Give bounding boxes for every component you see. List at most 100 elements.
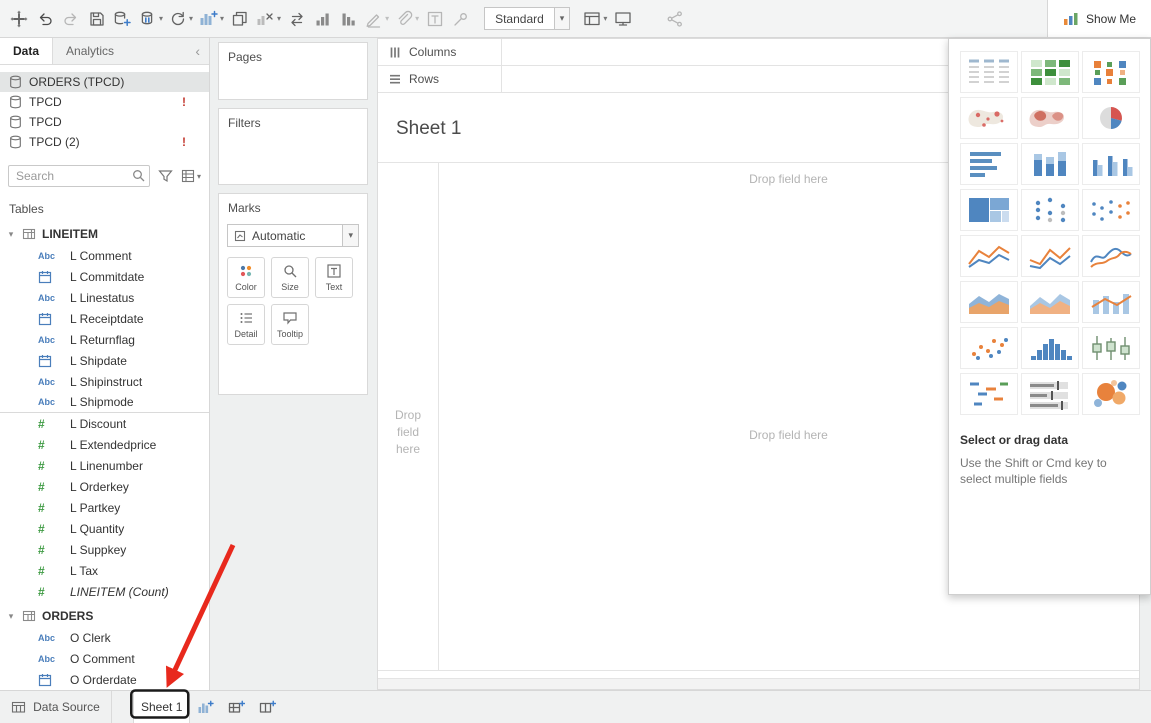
showme-filled-map[interactable] [1021, 97, 1079, 139]
table-header-orders[interactable]: ▾ORDERS [0, 605, 209, 627]
showme-stacked-bars[interactable] [1021, 143, 1079, 185]
field-l-linenumber[interactable]: #L Linenumber [0, 455, 209, 476]
group-members-button[interactable]: ▾ [392, 5, 422, 33]
swap-rows-columns-button[interactable] [284, 5, 310, 33]
showme-gantt[interactable] [960, 373, 1018, 415]
tab-analytics[interactable]: Analytics [53, 38, 127, 64]
showme-histogram[interactable] [1021, 327, 1079, 369]
field-l-receiptdate[interactable]: L Receiptdate [0, 308, 209, 329]
showme-horizontal-bars[interactable] [960, 143, 1018, 185]
field-l-shipmode[interactable]: AbcL Shipmode [0, 392, 209, 413]
showme-dual-line[interactable] [1082, 235, 1140, 277]
showme-packed-bubbles[interactable] [1082, 373, 1140, 415]
data-source-tab[interactable]: Data Source [0, 691, 112, 723]
pause-auto-updates-button[interactable]: ▾ [136, 5, 166, 33]
showme-highlight-table[interactable] [1021, 51, 1079, 93]
sheet-tab-sheet1[interactable]: Sheet 1 [133, 691, 190, 723]
data-source-item[interactable]: TPCD [0, 112, 209, 132]
field-l-shipdate[interactable]: L Shipdate [0, 350, 209, 371]
field-o-clerk[interactable]: AbcO Clerk [0, 627, 209, 648]
save-button[interactable] [84, 5, 110, 33]
show-mark-labels-button[interactable] [422, 5, 448, 33]
field-l-shipinstruct[interactable]: AbcL Shipinstruct [0, 371, 209, 392]
data-source-item[interactable]: TPCD (2)! [0, 132, 209, 152]
field-lineitem-count-[interactable]: #LINEITEM (Count) [0, 581, 209, 602]
view-options-icon[interactable]: ▾ [181, 169, 201, 183]
detail-button[interactable]: Detail [227, 304, 265, 345]
field-o-comment[interactable]: AbcO Comment [0, 648, 209, 669]
new-dashboard-tab-button[interactable] [221, 700, 252, 715]
field-l-comment[interactable]: AbcL Comment [0, 245, 209, 266]
field-label: L Quantity [70, 522, 124, 536]
table-header-lineitem[interactable]: ▾LINEITEM [0, 223, 209, 245]
showme-box-whisker[interactable] [1082, 327, 1140, 369]
color-button[interactable]: Color [227, 257, 265, 298]
field-l-tax[interactable]: #L Tax [0, 560, 209, 581]
filter-icon[interactable] [158, 169, 173, 183]
clear-sheet-button[interactable]: ▾ [253, 5, 284, 33]
field-l-suppkey[interactable]: #L Suppkey [0, 539, 209, 560]
pages-shelf[interactable]: Pages [218, 42, 368, 100]
field-l-partkey[interactable]: #L Partkey [0, 497, 209, 518]
showme-bullet[interactable] [1021, 373, 1079, 415]
new-worksheet-tab-button[interactable] [190, 700, 221, 715]
new-worksheet-button[interactable]: ▾ [196, 5, 227, 33]
tab-data[interactable]: Data [0, 38, 53, 64]
undo-button[interactable] [32, 5, 58, 33]
showme-heat-map[interactable] [1082, 51, 1140, 93]
collapse-pane-button[interactable]: ‹ [186, 38, 209, 64]
showme-treemap[interactable] [960, 189, 1018, 231]
chevron-down-icon[interactable]: ▾ [554, 8, 570, 29]
tooltip-button[interactable]: Tooltip [271, 304, 309, 345]
chevron-down-icon[interactable]: ▾ [342, 225, 358, 246]
fit-selector[interactable]: Standard ▾ [484, 7, 570, 30]
showme-pie[interactable] [1082, 97, 1140, 139]
symbol-map-chart-icon [964, 102, 1014, 134]
heat-map-chart-icon [1086, 56, 1136, 88]
showme-side-by-side-circles[interactable] [1082, 189, 1140, 231]
field-l-extendedprice[interactable]: #L Extendedprice [0, 434, 209, 455]
duplicate-sheet-button[interactable] [227, 5, 253, 33]
field-l-orderkey[interactable]: #L Orderkey [0, 476, 209, 497]
showme-text-table[interactable] [960, 51, 1018, 93]
show-me-panel: Select or drag data Use the Shift or Cmd… [948, 38, 1151, 595]
new-story-tab-button[interactable] [252, 700, 283, 715]
fix-axes-button[interactable] [448, 5, 474, 33]
field-l-returnflag[interactable]: AbcL Returnflag [0, 329, 209, 350]
data-source-item[interactable]: ORDERS (TPCD) [0, 72, 209, 92]
show-hide-cards-button[interactable]: ▾ [580, 5, 610, 33]
highlight-button[interactable]: ▾ [362, 5, 392, 33]
run-auto-updates-button[interactable]: ▾ [166, 5, 196, 33]
showme-scatter[interactable] [960, 327, 1018, 369]
filters-shelf[interactable]: Filters [218, 108, 368, 185]
field-label: L Tax [70, 564, 98, 578]
showme-line-continuous[interactable] [960, 235, 1018, 277]
data-source-item[interactable]: TPCD! [0, 92, 209, 112]
tableau-logo[interactable] [6, 5, 32, 33]
horizontal-scrollbar[interactable] [378, 678, 1139, 689]
showme-line-discrete[interactable] [1021, 235, 1079, 277]
showme-area-discrete[interactable] [1021, 281, 1079, 323]
showme-symbol-map[interactable] [960, 97, 1018, 139]
sort-ascending-button[interactable] [310, 5, 336, 33]
field-l-commitdate[interactable]: L Commitdate [0, 266, 209, 287]
new-data-source-button[interactable] [110, 5, 136, 33]
sort-descending-button[interactable] [336, 5, 362, 33]
field-l-discount[interactable]: #L Discount [0, 413, 209, 434]
search-input[interactable] [8, 165, 150, 187]
size-button[interactable]: Size [271, 257, 309, 298]
show-me-button[interactable]: Show Me [1047, 0, 1151, 37]
share-button[interactable] [662, 5, 688, 33]
field-l-linestatus[interactable]: AbcL Linestatus [0, 287, 209, 308]
showme-circle-views[interactable] [1021, 189, 1079, 231]
showme-side-by-side-bars[interactable] [1082, 143, 1140, 185]
field-o-orderdate[interactable]: O Orderdate [0, 669, 209, 690]
field-l-quantity[interactable]: #L Quantity [0, 518, 209, 539]
mark-type-selector[interactable]: Automatic ▾ [227, 224, 359, 247]
rows-drop-zone[interactable]: Drop field here [386, 407, 430, 458]
redo-button[interactable] [58, 5, 84, 33]
showme-area-continuous[interactable] [960, 281, 1018, 323]
presentation-mode-button[interactable] [610, 5, 636, 33]
showme-dual-combination[interactable] [1082, 281, 1140, 323]
text-button[interactable]: Text [315, 257, 353, 298]
